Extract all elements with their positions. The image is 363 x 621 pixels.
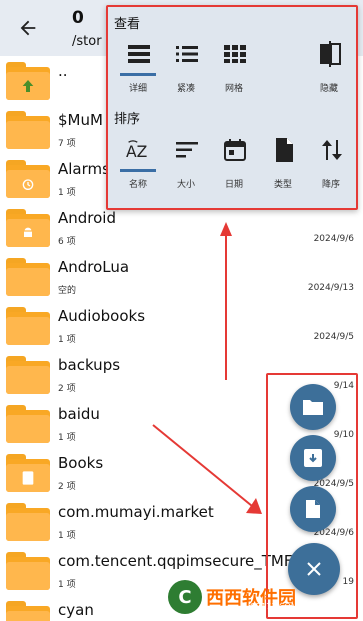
file-name: .. (58, 62, 68, 80)
view-option-label: 隐藏 (319, 84, 338, 94)
item-count-label: 1 项 (58, 531, 76, 541)
item-count-label: 1 项 (58, 188, 76, 198)
modified-date: 2024/9/13 (307, 283, 354, 293)
folder-icon (6, 209, 50, 247)
file-name: backups (58, 356, 121, 374)
sort-option-label: 大小 (176, 180, 195, 190)
item-count-label: 2 项 (58, 384, 76, 394)
view-option-detail[interactable]: 详细 (118, 41, 158, 101)
view-option-label: 网格 (224, 84, 243, 94)
sort-option-date[interactable]: 日期 (214, 137, 254, 197)
item-count-label: 7 项 (58, 139, 76, 149)
view-option-label: 详细 (128, 84, 147, 94)
selected-indicator (120, 73, 156, 76)
file-name: $MuM (58, 111, 103, 129)
file-type-icon (271, 137, 297, 163)
file-name: Alarms (58, 160, 110, 178)
view-option-grid[interactable]: 网格 (214, 41, 254, 101)
folder-icon (6, 356, 50, 394)
sort-option-label: 降序 (321, 180, 340, 190)
file-name: cyan (58, 601, 94, 619)
calendar-icon (222, 137, 248, 163)
item-count-label: 1 项 (58, 335, 76, 345)
item-count-label: 空的 (58, 286, 77, 296)
item-count-label: 6 项 (58, 237, 76, 247)
item-count-label: 1 项 (58, 433, 76, 443)
modified-date: 2024/9/6 (313, 234, 354, 244)
list-item[interactable]: Android 6 项 2024/9/6 (0, 203, 363, 252)
file-name: Audiobooks (58, 307, 146, 325)
sort-option-type[interactable]: 类型 (263, 137, 303, 197)
list-item[interactable]: Audiobooks 1 项 2024/9/5 (0, 301, 363, 350)
file-name: Android (58, 209, 116, 227)
file-name: com.mumayi.market (58, 503, 214, 521)
alarm-icon (20, 176, 36, 192)
sort-option-label: 日期 (224, 180, 243, 190)
back-button[interactable] (14, 14, 42, 42)
folder-icon (6, 258, 50, 296)
watermark-subtext: CR173.COM (250, 602, 298, 611)
watermark: C 西西软件园 CR173.COM (168, 580, 340, 614)
item-count: 0 (72, 8, 84, 28)
sort-option-size[interactable]: 大小 (166, 137, 206, 197)
svg-text:AZ: AZ (126, 143, 147, 161)
sort-option-descending[interactable]: 降序 (311, 137, 351, 197)
sort-desc-icon (319, 137, 345, 163)
list-compact-icon (174, 41, 200, 67)
folder-icon (6, 601, 50, 621)
close-icon (307, 562, 321, 576)
item-count-label: 1 项 (58, 580, 76, 590)
folder-icon (6, 307, 50, 345)
file-name: AndroLua (58, 258, 130, 276)
up-arrow-icon (20, 78, 36, 94)
list-detail-icon (126, 41, 152, 67)
folder-icon (6, 503, 50, 541)
sort-az-icon: AZ (126, 137, 152, 163)
list-item[interactable]: AndroLua 空的 2024/9/13 (0, 252, 363, 301)
file-icon (306, 500, 320, 518)
selected-indicator (120, 169, 156, 172)
folder-icon (6, 552, 50, 590)
back-arrow-icon (20, 20, 36, 36)
folder-icon (303, 400, 323, 415)
file-name: com.tencent.qqpimsecure_TMF (58, 552, 293, 570)
hide-panel-icon (317, 41, 343, 67)
file-name: Books (58, 454, 104, 472)
new-archive-button[interactable] (290, 435, 336, 481)
sort-size-icon (174, 137, 200, 163)
view-section-title: 查看 (114, 17, 141, 32)
new-folder-button[interactable] (290, 384, 336, 430)
folder-icon (6, 111, 50, 149)
folder-icon (6, 62, 50, 100)
path-breadcrumb[interactable]: /stor (72, 34, 102, 49)
modified-date: 2024/9/5 (313, 332, 354, 342)
android-icon (20, 225, 36, 241)
watermark-logo-icon: C (168, 580, 202, 614)
new-file-button[interactable] (290, 486, 336, 532)
sort-option-name[interactable]: AZ 名称 (118, 137, 158, 197)
view-option-hide[interactable]: 隐藏 (309, 41, 349, 101)
sort-option-label: 名称 (128, 180, 147, 190)
view-option-compact[interactable]: 紧凑 (166, 41, 206, 101)
folder-icon (6, 405, 50, 443)
grid-icon (222, 41, 248, 67)
item-count-label: 2 项 (58, 482, 76, 492)
sort-option-label: 类型 (273, 180, 292, 190)
view-sort-popup: 查看 详细 紧凑 网格 隐藏 排序 AZ 名称 大小 日期 类型 降序 (106, 5, 358, 210)
book-icon (20, 470, 36, 486)
folder-icon (6, 160, 50, 198)
view-option-label: 紧凑 (176, 84, 195, 94)
archive-icon (304, 449, 322, 467)
sort-section-title: 排序 (114, 112, 141, 127)
folder-icon (6, 454, 50, 492)
file-name: baidu (58, 405, 100, 423)
